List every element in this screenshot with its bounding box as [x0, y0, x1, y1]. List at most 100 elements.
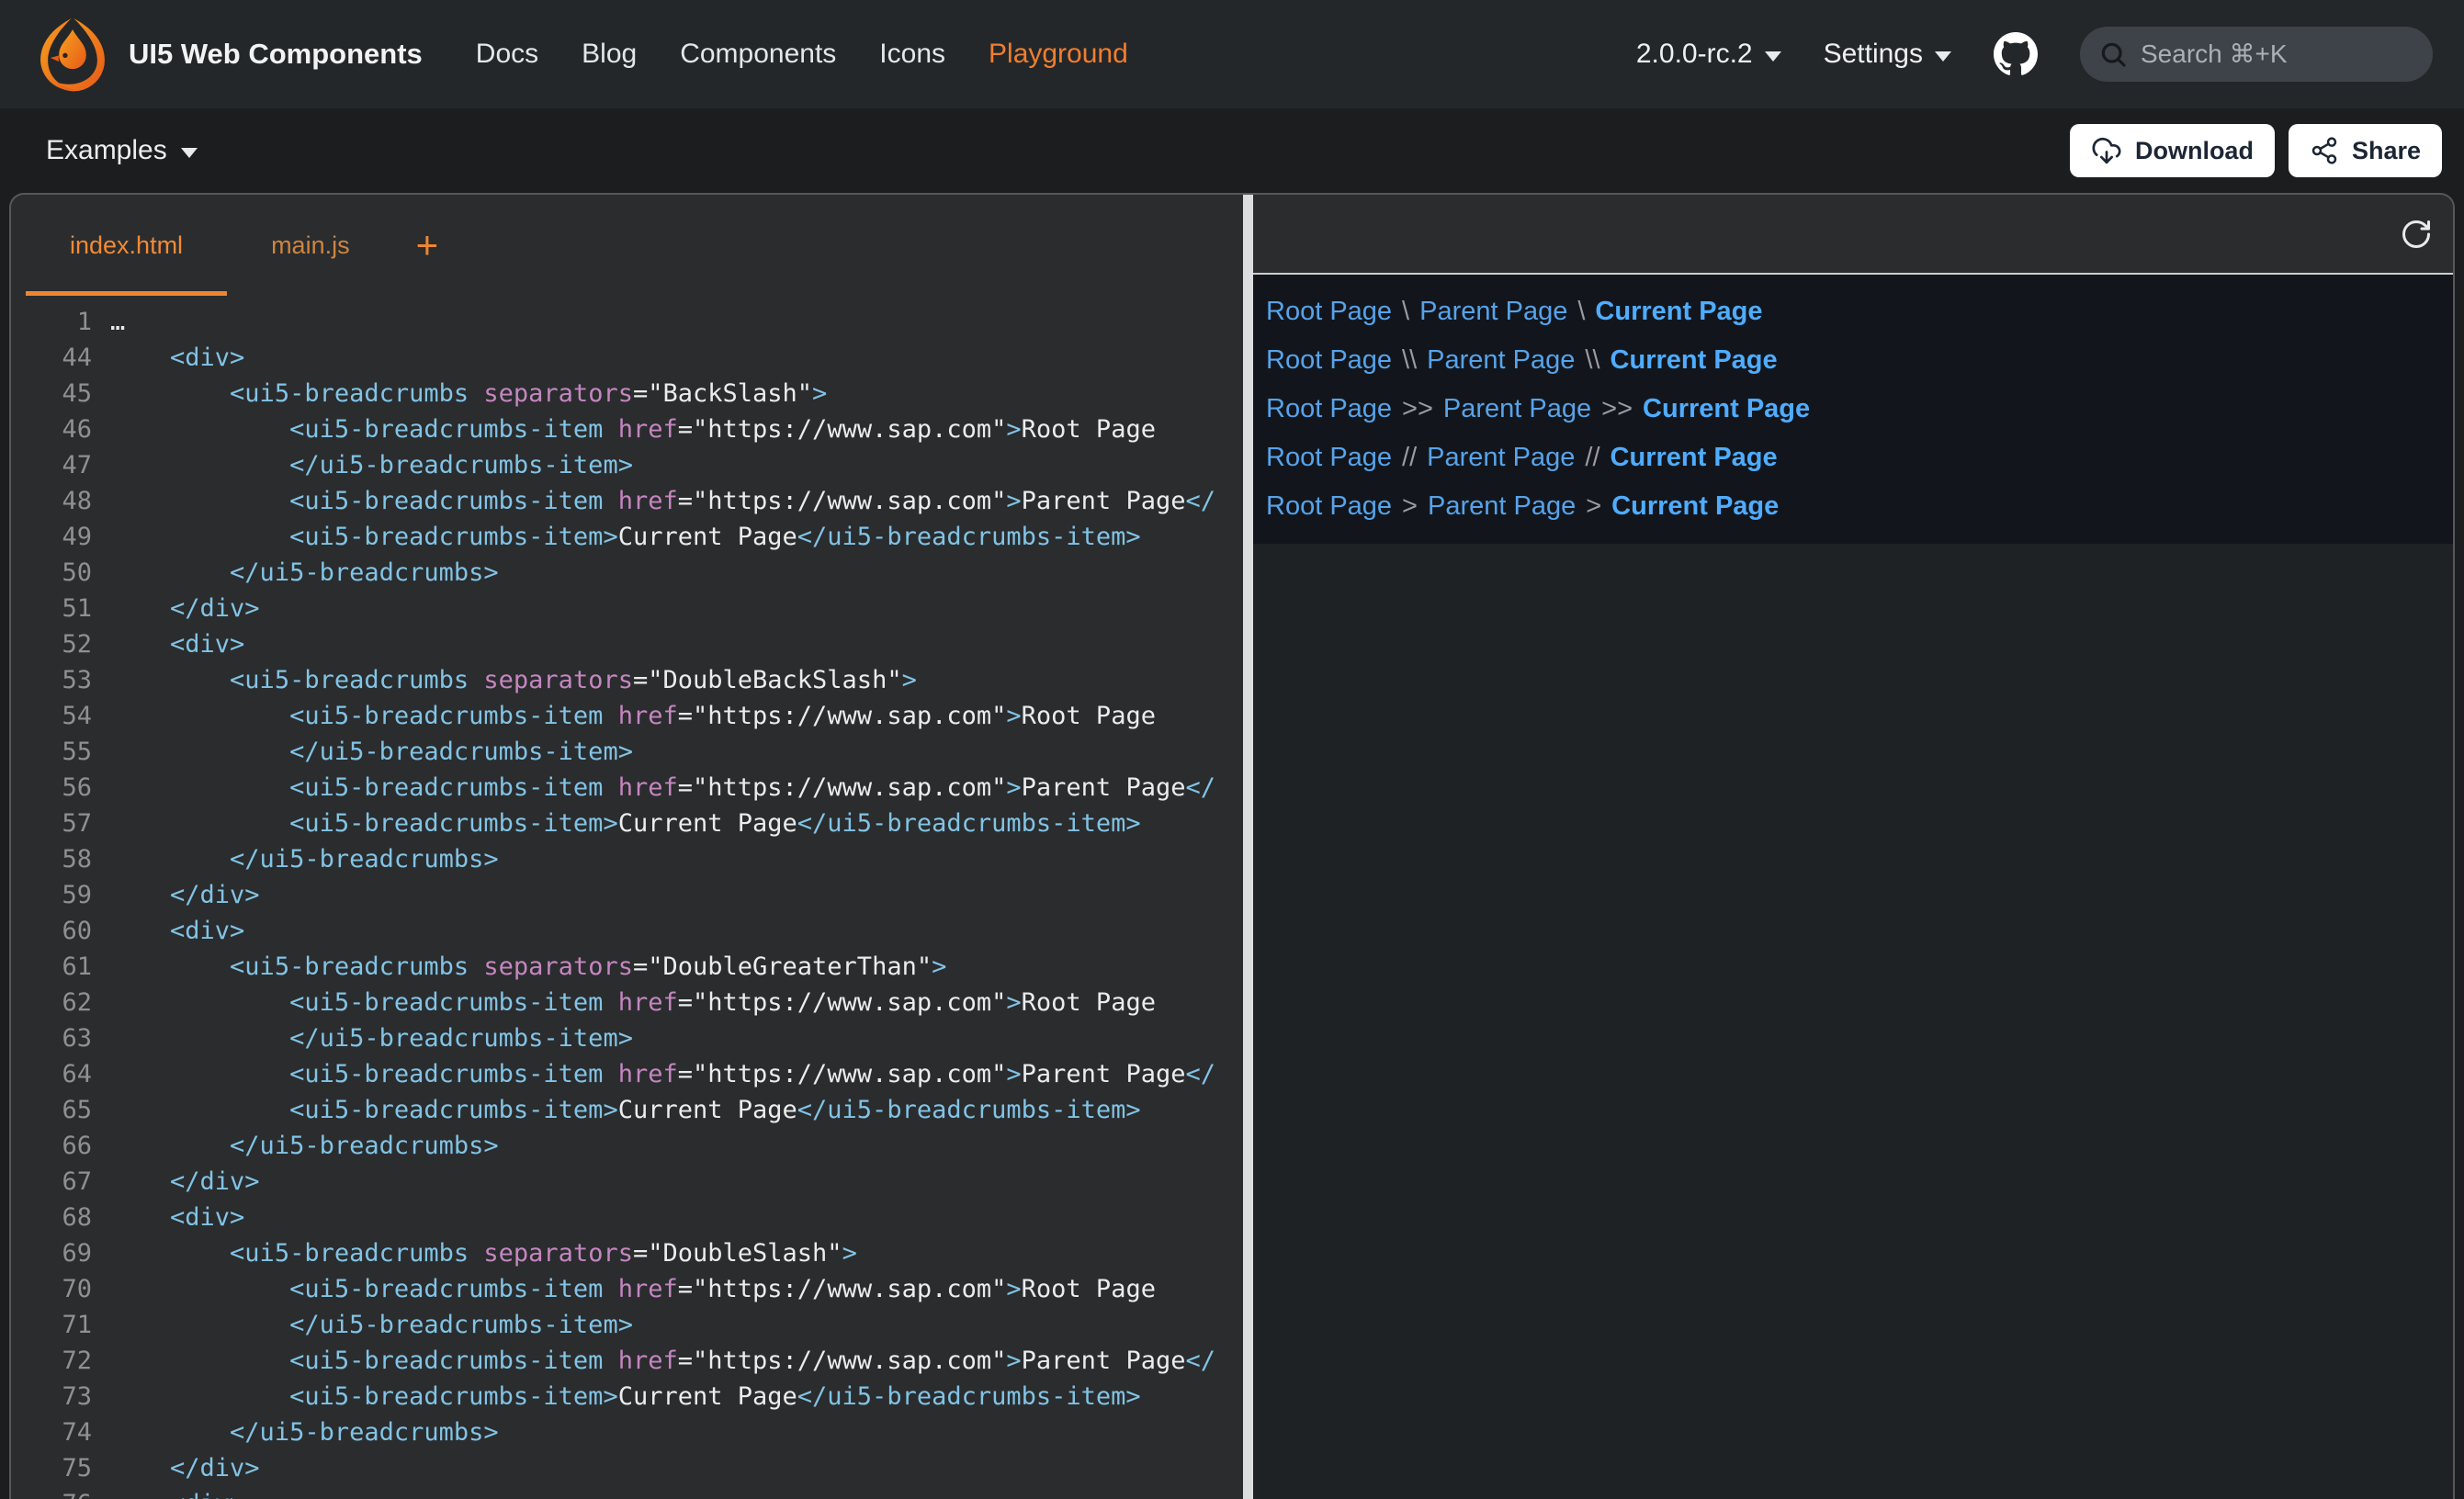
code-line[interactable]: <div> [110, 340, 1243, 376]
code-line[interactable]: <ui5-breadcrumbs-item href="https://www.… [110, 483, 1243, 519]
code-line[interactable]: <ui5-breadcrumbs-item>Current Page</ui5-… [110, 1379, 1243, 1414]
download-button[interactable]: Download [2070, 124, 2275, 177]
code-line[interactable]: </div> [110, 591, 1243, 626]
code-line[interactable]: <ui5-breadcrumbs separators="DoubleBackS… [110, 662, 1243, 698]
code-line[interactable]: <ui5-breadcrumbs-item>Current Page</ui5-… [110, 519, 1243, 555]
examples-label: Examples [46, 135, 167, 166]
github-link[interactable] [1994, 32, 2038, 76]
line-number: 75 [11, 1450, 92, 1486]
code-line[interactable]: <ui5-breadcrumbs-item href="https://www.… [110, 770, 1243, 806]
github-icon [1994, 32, 2038, 76]
code-line[interactable]: </ui5-breadcrumbs> [110, 1414, 1243, 1450]
breadcrumb-link[interactable]: Parent Page [1443, 394, 1591, 424]
line-number: 56 [11, 770, 92, 806]
breadcrumb-separator: // [1402, 443, 1417, 473]
brand[interactable]: UI5 Web Components [33, 15, 423, 94]
code-line[interactable]: </ui5-breadcrumbs-item> [110, 1020, 1243, 1056]
line-number: 58 [11, 841, 92, 877]
breadcrumb-separator: >> [1402, 394, 1433, 424]
code-editor[interactable]: 1444546474849505152535455565758596061626… [11, 296, 1243, 1499]
code-line[interactable]: </ui5-breadcrumbs-item> [110, 447, 1243, 483]
code-line[interactable]: <div> [110, 913, 1243, 949]
code-line[interactable]: </ui5-breadcrumbs> [110, 1128, 1243, 1164]
breadcrumb-separator: \ [1577, 297, 1585, 327]
nav-link-playground[interactable]: Playground [989, 39, 1128, 70]
code-line[interactable]: <ui5-breadcrumbs-item href="https://www.… [110, 698, 1243, 734]
code-line[interactable]: … [110, 304, 1243, 340]
refresh-button[interactable] [2400, 218, 2433, 251]
code-gutter: 1444546474849505152535455565758596061626… [11, 304, 92, 1499]
code-line[interactable]: </div> [110, 1450, 1243, 1486]
top-navbar: UI5 Web Components Docs Blog Components Ico… [0, 0, 2464, 108]
nav-link-icons[interactable]: Icons [879, 39, 945, 70]
code-line[interactable]: <div> [110, 1486, 1243, 1499]
breadcrumb-link[interactable]: Root Page [1266, 443, 1392, 473]
breadcrumb-link[interactable]: Root Page [1266, 297, 1392, 327]
code-line[interactable]: <ui5-breadcrumbs separators="DoubleGreat… [110, 949, 1243, 985]
code-line[interactable]: </div> [110, 1164, 1243, 1200]
code-line[interactable]: </ui5-breadcrumbs-item> [110, 1307, 1243, 1343]
nav-link-docs[interactable]: Docs [476, 39, 538, 70]
settings-dropdown[interactable]: Settings [1824, 39, 1951, 70]
code-line[interactable]: </ui5-breadcrumbs> [110, 841, 1243, 877]
breadcrumb-link[interactable]: Parent Page [1419, 297, 1567, 327]
code-line[interactable]: </ui5-breadcrumbs> [110, 555, 1243, 591]
breadcrumb-link[interactable]: Parent Page [1427, 345, 1575, 376]
toolbar-actions: Download Share [2070, 124, 2442, 177]
breadcrumb: Root Page//Parent Page//Current Page [1266, 434, 2440, 482]
code-line[interactable]: <ui5-breadcrumbs-item href="https://www.… [110, 411, 1243, 447]
share-icon [2310, 136, 2339, 165]
breadcrumb-link[interactable]: Parent Page [1428, 491, 1576, 522]
breadcrumb: Root Page>Parent Page>Current Page [1266, 482, 2440, 531]
line-number: 48 [11, 483, 92, 519]
pane-resize-handle[interactable] [1243, 195, 1253, 1499]
download-label: Download [2135, 137, 2254, 165]
code-line[interactable]: <ui5-breadcrumbs-item>Current Page</ui5-… [110, 1092, 1243, 1128]
refresh-icon [2400, 218, 2433, 251]
settings-label: Settings [1824, 39, 1923, 70]
line-number: 68 [11, 1200, 92, 1235]
add-tab-button[interactable]: + [400, 195, 456, 296]
code-line[interactable]: <ui5-breadcrumbs-item href="https://www.… [110, 985, 1243, 1020]
code-line[interactable]: <ui5-breadcrumbs-item>Current Page</ui5-… [110, 806, 1243, 841]
code-line[interactable]: <ui5-breadcrumbs-item href="https://www.… [110, 1271, 1243, 1307]
line-number: 67 [11, 1164, 92, 1200]
preview-pane: Root Page\Parent Page\Current PageRoot P… [1253, 195, 2453, 1499]
code-editor-pane: index.htmlmain.js+ 144454647484950515253… [11, 195, 1243, 1499]
breadcrumb-link[interactable]: Root Page [1266, 345, 1392, 376]
code-line[interactable]: <ui5-breadcrumbs-item href="https://www.… [110, 1056, 1243, 1092]
code-line[interactable]: <div> [110, 1200, 1243, 1235]
nav-right: 2.0.0-rc.2 Settings [1636, 27, 2433, 82]
code-line[interactable]: <div> [110, 626, 1243, 662]
line-number: 72 [11, 1343, 92, 1379]
line-number: 66 [11, 1128, 92, 1164]
code-line[interactable]: <ui5-breadcrumbs separators="BackSlash"> [110, 376, 1243, 411]
breadcrumb-separator: > [1402, 491, 1418, 522]
line-number: 57 [11, 806, 92, 841]
code-line[interactable]: </ui5-breadcrumbs-item> [110, 734, 1243, 770]
preview-toolbar [1253, 195, 2453, 273]
tab-index-html[interactable]: index.html [26, 195, 227, 296]
search-input[interactable] [2080, 27, 2433, 82]
breadcrumb-link[interactable]: Root Page [1266, 394, 1392, 424]
breadcrumb-separator: \\ [1402, 345, 1417, 376]
playground-toolbar: Examples Download Share [0, 108, 2464, 193]
chevron-down-icon [181, 148, 198, 158]
line-number: 59 [11, 877, 92, 913]
preview-frame: Root Page\Parent Page\Current PageRoot P… [1253, 273, 2453, 544]
code-line[interactable]: <ui5-breadcrumbs separators="DoubleSlash… [110, 1235, 1243, 1271]
share-button[interactable]: Share [2289, 124, 2442, 177]
nav-link-blog[interactable]: Blog [582, 39, 637, 70]
version-dropdown[interactable]: 2.0.0-rc.2 [1636, 39, 1781, 70]
line-number: 70 [11, 1271, 92, 1307]
code-line[interactable]: </div> [110, 877, 1243, 913]
nav-link-components[interactable]: Components [680, 39, 836, 70]
code-line[interactable]: <ui5-breadcrumbs-item href="https://www.… [110, 1343, 1243, 1379]
tab-main-js[interactable]: main.js [227, 195, 394, 296]
line-number: 71 [11, 1307, 92, 1343]
breadcrumb-link[interactable]: Parent Page [1427, 443, 1575, 473]
line-number: 51 [11, 591, 92, 626]
breadcrumb-separator: \ [1402, 297, 1409, 327]
examples-dropdown[interactable]: Examples [46, 135, 198, 166]
breadcrumb-link[interactable]: Root Page [1266, 491, 1392, 522]
